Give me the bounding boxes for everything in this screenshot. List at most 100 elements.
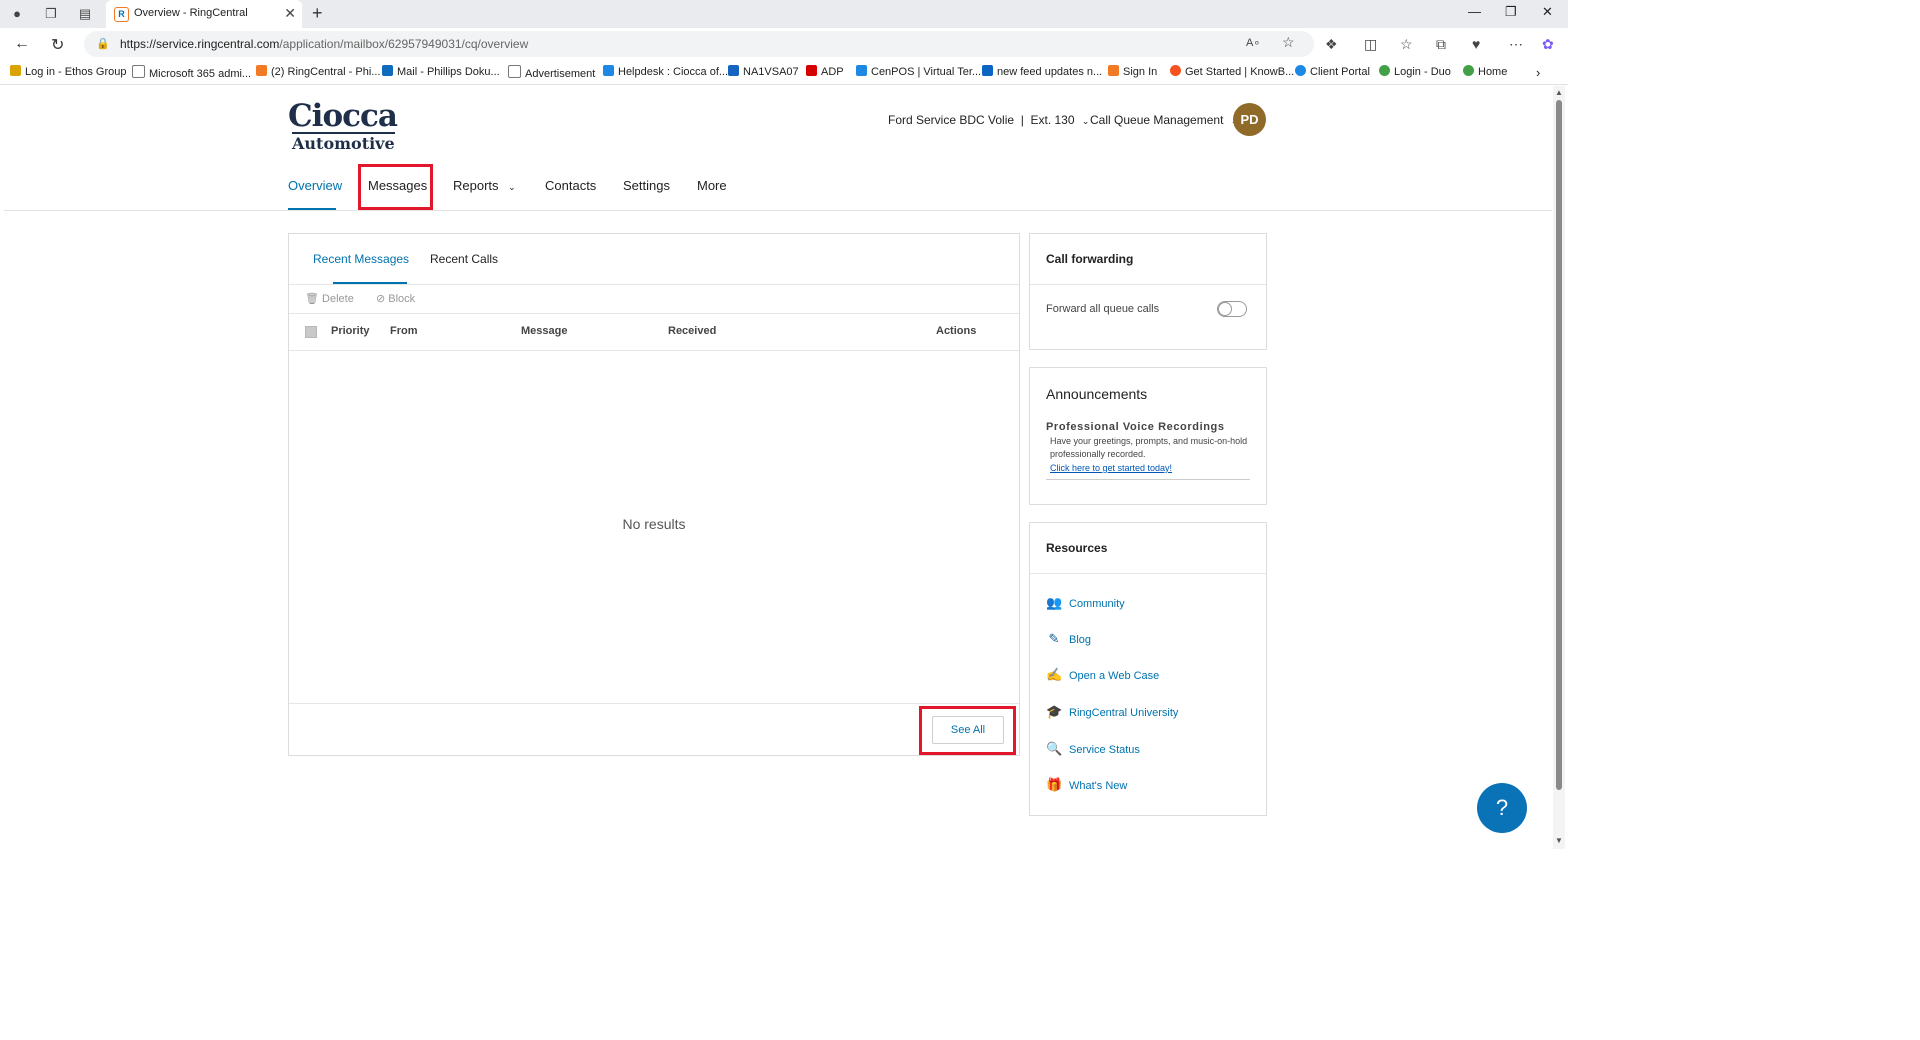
new-tab-icon[interactable]: + bbox=[312, 3, 323, 24]
browser-essentials-icon[interactable]: ♥ bbox=[1472, 36, 1480, 52]
announcements-card: Announcements Professional Voice Recordi… bbox=[1029, 367, 1267, 505]
address-bar-row: ← ↻ 🔒 https://service.ringcentral.com/ap… bbox=[0, 28, 1568, 60]
resource-link-whats-new[interactable]: 🎁 What's New bbox=[1046, 777, 1127, 793]
linkedin-icon bbox=[982, 65, 993, 76]
copilot-icon[interactable]: ✿ bbox=[1542, 36, 1554, 53]
close-window-icon[interactable]: ✕ bbox=[1542, 4, 1553, 20]
bookmark-item[interactable]: Advertisement bbox=[508, 65, 595, 80]
cenpos-icon bbox=[856, 65, 867, 76]
resource-link-web-case[interactable]: ✍ Open a Web Case bbox=[1046, 667, 1159, 683]
delete-label: Delete bbox=[322, 293, 354, 305]
toggle-knob bbox=[1219, 303, 1231, 315]
avatar[interactable]: PD bbox=[1233, 103, 1266, 136]
scroll-up-icon[interactable]: ▲ bbox=[1555, 88, 1563, 97]
resource-label: Community bbox=[1069, 598, 1125, 610]
resource-label: Service Status bbox=[1069, 744, 1140, 756]
trash-icon: 🗑 bbox=[305, 293, 319, 305]
column-header-received[interactable]: Received bbox=[668, 325, 716, 337]
back-icon[interactable]: ← bbox=[14, 35, 30, 53]
select-all-checkbox[interactable] bbox=[305, 326, 317, 338]
resources-card: Resources 👥 Community ✎ Blog ✍ Open a Web C… bbox=[1029, 522, 1267, 816]
logo-line-1: Ciocca bbox=[288, 98, 398, 134]
tab-recent-calls[interactable]: Recent Calls bbox=[430, 252, 498, 266]
resource-label: What's New bbox=[1069, 780, 1128, 792]
resource-label: Open a Web Case bbox=[1069, 670, 1160, 682]
delete-button[interactable]: 🗑 Delete bbox=[305, 292, 354, 305]
close-tab-icon[interactable]: ✕ bbox=[284, 5, 296, 22]
profile-icon[interactable]: ● bbox=[8, 5, 26, 23]
bookmark-item[interactable]: Mail - Phillips Doku... bbox=[382, 65, 500, 78]
call-queue-management-menu[interactable]: Call Queue Management ⌄ bbox=[1090, 113, 1238, 127]
scrollbar-thumb[interactable] bbox=[1556, 100, 1562, 790]
nav-more[interactable]: More bbox=[697, 178, 727, 193]
server-icon bbox=[728, 65, 739, 76]
community-icon: 👥 bbox=[1046, 595, 1063, 610]
divider bbox=[1046, 479, 1250, 480]
block-button[interactable]: ⊘ Block bbox=[376, 292, 415, 305]
bookmark-item[interactable]: (2) RingCentral - Phi... bbox=[256, 65, 380, 78]
resource-link-community[interactable]: 👥 Community bbox=[1046, 595, 1125, 611]
column-header-priority[interactable]: Priority bbox=[331, 325, 370, 337]
bookmark-item[interactable]: Helpdesk : Ciocca of... bbox=[603, 65, 728, 78]
browser-tab-active[interactable]: R Overview - RingCentral ✕ bbox=[106, 0, 302, 28]
collections-icon[interactable]: ⧉ bbox=[1436, 36, 1446, 53]
tab-recent-messages[interactable]: Recent Messages bbox=[313, 252, 409, 266]
scroll-down-icon[interactable]: ▼ bbox=[1555, 836, 1563, 845]
knowbe4-icon bbox=[1170, 65, 1181, 76]
column-header-from[interactable]: From bbox=[390, 325, 418, 337]
company-logo[interactable]: Ciocca Automotive bbox=[288, 100, 398, 154]
announcements-title: Announcements bbox=[1046, 386, 1148, 402]
help-icon: ? bbox=[1495, 795, 1509, 820]
bookmark-item[interactable]: ADP bbox=[806, 65, 844, 78]
page-scrollbar[interactable]: ▲ ▼ bbox=[1553, 86, 1565, 849]
favorite-star-icon[interactable]: ☆ bbox=[1282, 34, 1295, 51]
tab-actions-icon[interactable]: ▤ bbox=[76, 5, 94, 23]
bookmark-item[interactable]: Sign In bbox=[1108, 65, 1157, 78]
bookmark-item[interactable]: new feed updates n... bbox=[982, 65, 1102, 78]
more-options-icon[interactable]: ⋯ bbox=[1509, 36, 1523, 53]
restore-icon[interactable]: ❐ bbox=[1505, 4, 1517, 20]
call-forwarding-title: Call forwarding bbox=[1046, 252, 1134, 266]
split-screen-icon[interactable]: ◫ bbox=[1364, 36, 1377, 53]
nav-reports-label: Reports bbox=[453, 178, 499, 193]
forward-all-toggle[interactable] bbox=[1217, 301, 1247, 317]
forward-all-label: Forward all queue calls bbox=[1046, 303, 1160, 315]
bookmarks-overflow-icon[interactable]: › bbox=[1536, 65, 1540, 80]
url-input[interactable]: 🔒 https://service.ringcentral.com/applic… bbox=[84, 31, 1314, 57]
resource-link-blog[interactable]: ✎ Blog bbox=[1046, 631, 1091, 647]
bookmark-item[interactable]: Get Started | KnowB... bbox=[1170, 65, 1294, 78]
bookmark-item[interactable]: Client Portal bbox=[1295, 65, 1370, 78]
bookmark-item[interactable]: Home bbox=[1463, 65, 1507, 78]
url-text: https://service.ringcentral.com/applicat… bbox=[120, 37, 529, 51]
main-nav: Overview Messages Reports ⌄ Contacts Set… bbox=[4, 170, 1552, 211]
helpdesk-icon bbox=[603, 65, 614, 76]
bookmark-item[interactable]: Login - Duo bbox=[1379, 65, 1451, 78]
bookmark-item[interactable]: Log in - Ethos Group bbox=[10, 65, 127, 78]
resource-link-service-status[interactable]: 🔍 Service Status bbox=[1046, 741, 1140, 757]
messages-tabs: Recent Messages Recent Calls bbox=[289, 234, 1019, 285]
messages-toolbar: 🗑 Delete ⊘ Block bbox=[289, 285, 1019, 314]
read-aloud-icon[interactable]: A∘ bbox=[1246, 36, 1260, 49]
nav-contacts[interactable]: Contacts bbox=[545, 178, 596, 193]
workspaces-icon[interactable]: ❐ bbox=[42, 5, 60, 23]
bookmark-item[interactable]: CenPOS | Virtual Ter... bbox=[856, 65, 981, 78]
outlook-icon bbox=[382, 65, 393, 76]
column-header-message[interactable]: Message bbox=[521, 325, 567, 337]
active-tab-indicator bbox=[288, 208, 336, 210]
nav-settings[interactable]: Settings bbox=[623, 178, 670, 193]
favorites-icon[interactable]: ☆ bbox=[1400, 36, 1413, 53]
refresh-icon[interactable]: ↻ bbox=[51, 35, 64, 55]
help-chat-button[interactable]: ? bbox=[1477, 783, 1527, 833]
nav-reports[interactable]: Reports ⌄ bbox=[453, 178, 516, 193]
bookmarks-bar: Log in - Ethos Group Microsoft 365 admi.… bbox=[0, 60, 1568, 85]
bookmark-item[interactable]: NA1VSA07 bbox=[728, 65, 799, 78]
announcement-link[interactable]: Click here to get started today! bbox=[1050, 463, 1172, 473]
minimize-icon[interactable]: — bbox=[1468, 4, 1481, 19]
resources-title: Resources bbox=[1046, 541, 1108, 555]
nav-overview[interactable]: Overview bbox=[288, 178, 342, 193]
bookmark-item[interactable]: Microsoft 365 admi... bbox=[132, 65, 251, 80]
resource-link-university[interactable]: 🎓 RingCentral University bbox=[1046, 704, 1178, 720]
extension-selector[interactable]: Ford Service BDC Volie | Ext. 130 ⌄ bbox=[888, 113, 1089, 127]
extensions-icon[interactable]: ❖ bbox=[1325, 36, 1338, 53]
chevron-down-icon: ⌄ bbox=[508, 182, 516, 192]
